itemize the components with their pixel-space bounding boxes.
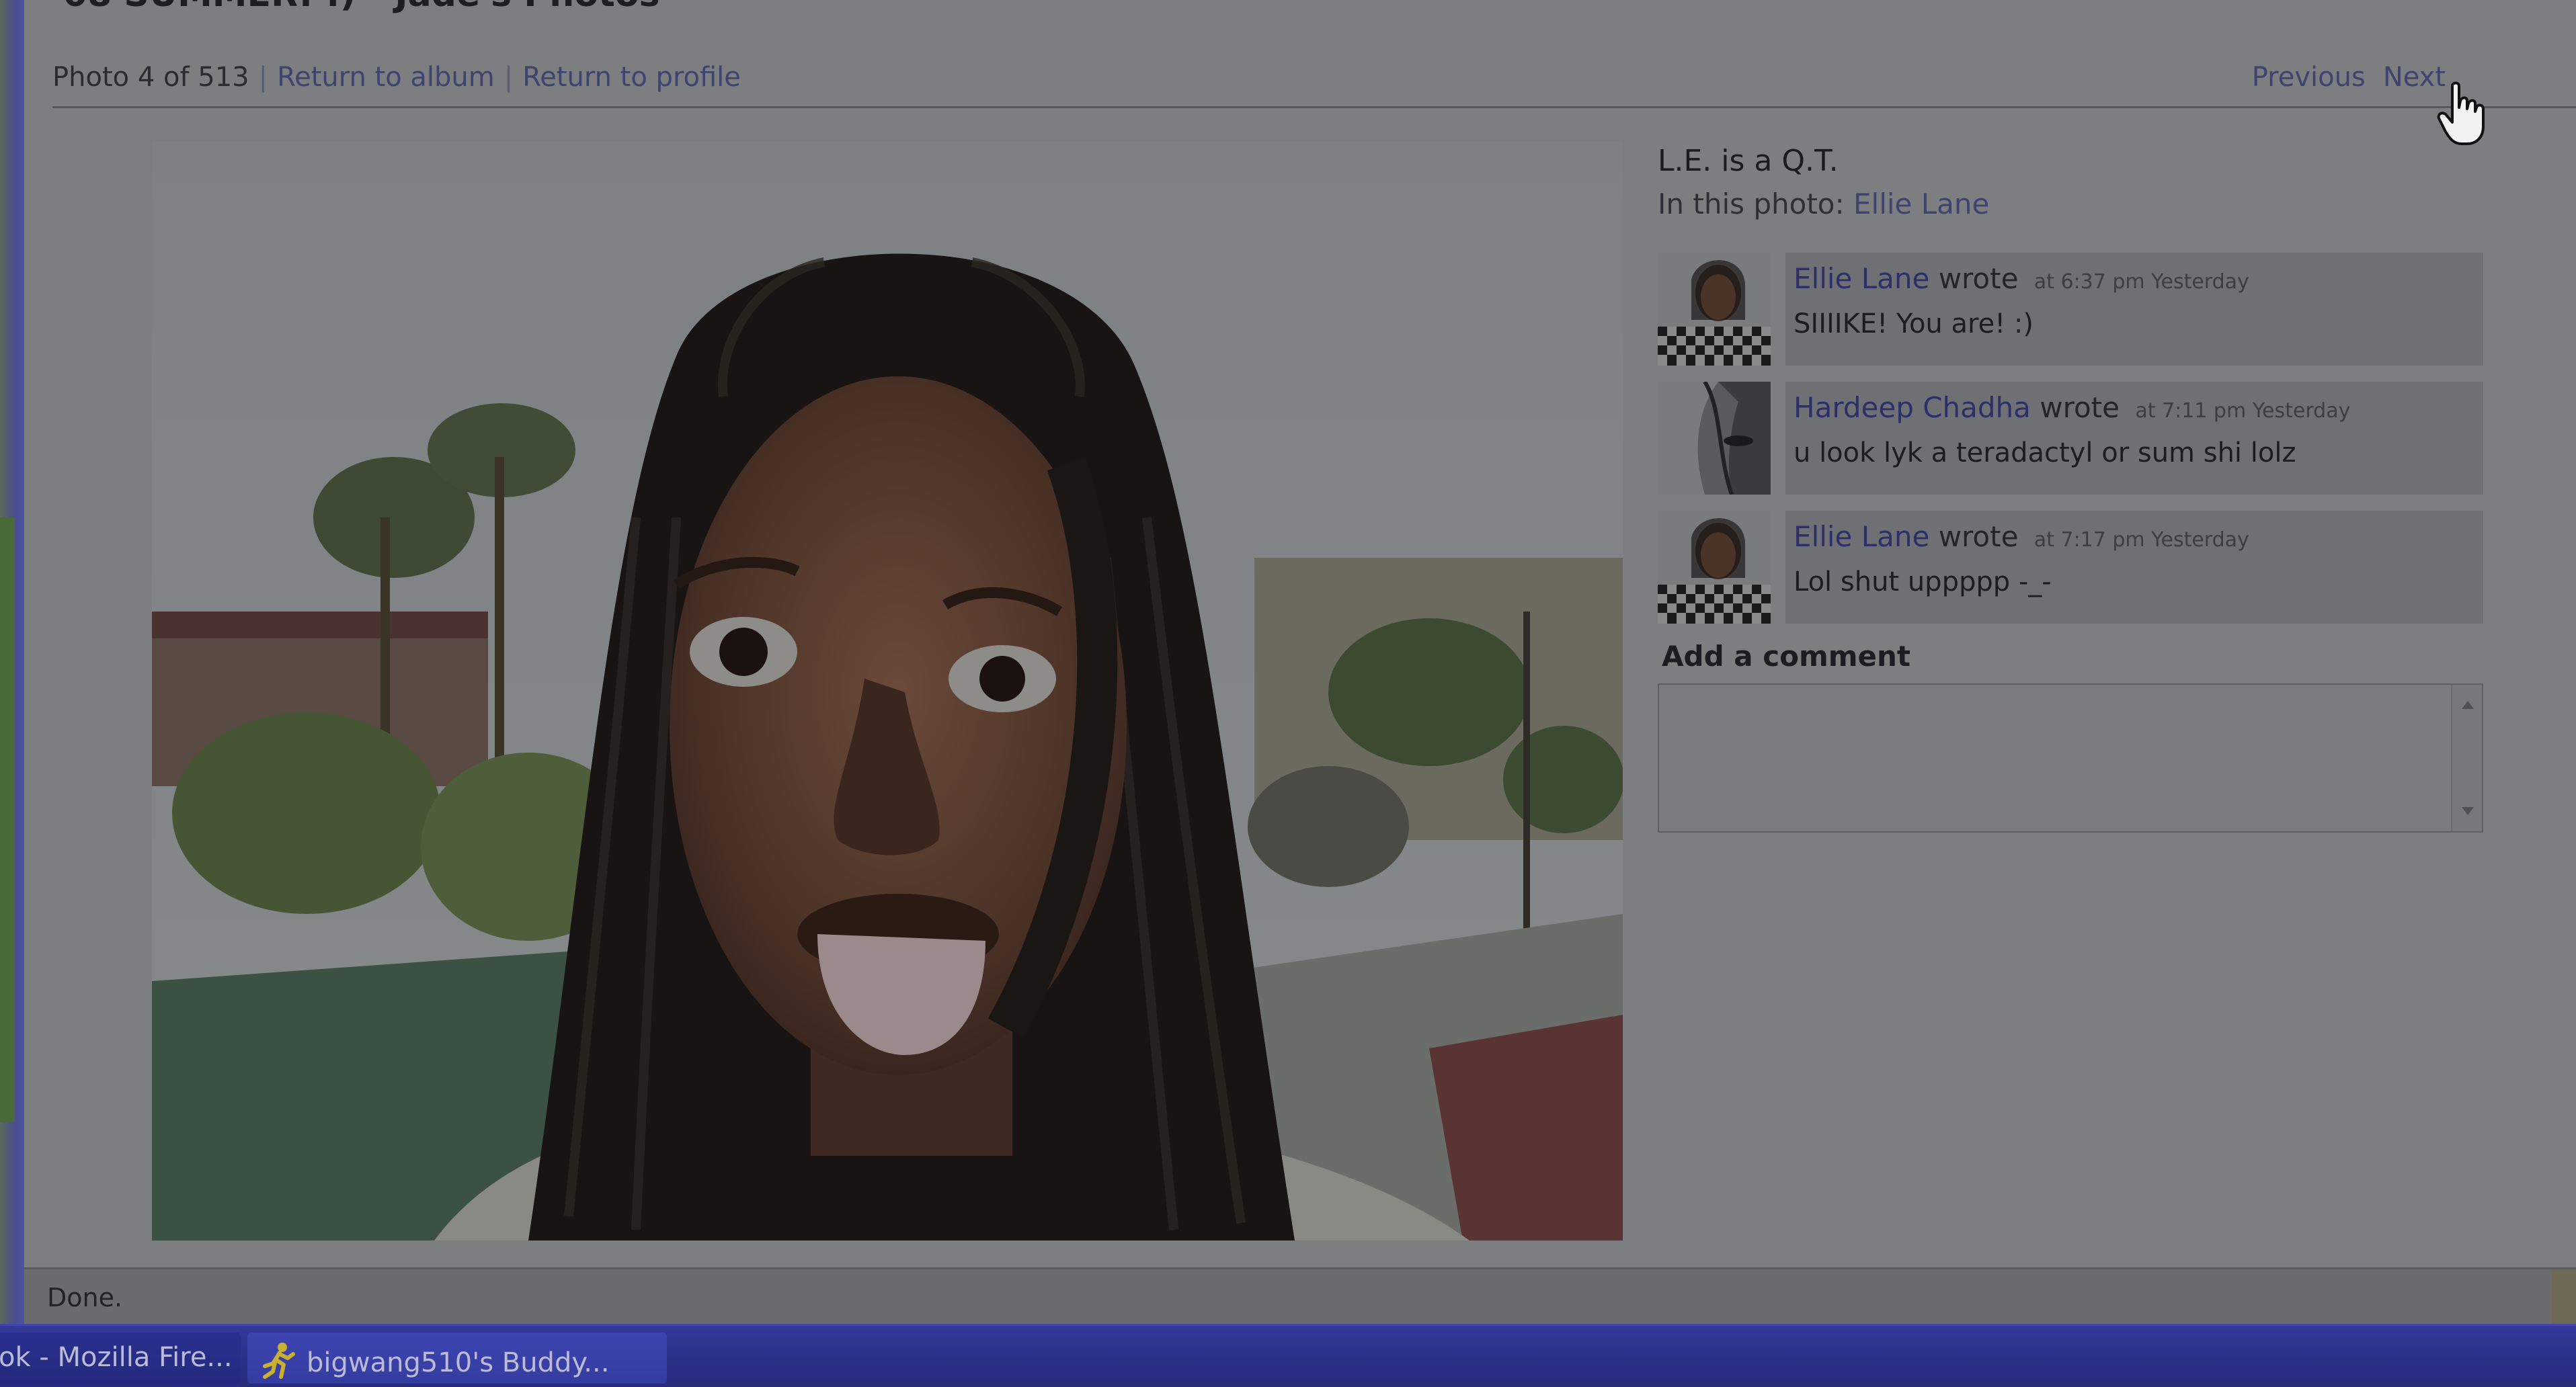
aim-runner-icon (263, 1343, 295, 1379)
comment-timestamp: at 6:37 pm Yesterday (2034, 270, 2249, 294)
comments-list: Ellie Lane wrote at 6:37 pm Yesterday SI… (1658, 253, 2511, 624)
comment-author-link[interactable]: Ellie Lane (1794, 520, 1929, 553)
comment-text: Lol shut uppppp -_- (1794, 566, 2052, 597)
comment-bubble: Ellie Lane wrote at 7:17 pm Yesterday Lo… (1785, 511, 2483, 624)
photo-image (152, 141, 1623, 1241)
browser-viewport: '08 SUMMER! :) - Jade's Photos Photo 4 o… (24, 0, 2576, 1267)
photo-sidebar: L.E. is a Q.T. In this photo: Ellie Lane (1658, 141, 2511, 834)
return-to-album-link[interactable]: Return to album (277, 62, 495, 93)
browser-status-bar: Done. (24, 1267, 2576, 1326)
comment-bubble: Ellie Lane wrote at 6:37 pm Yesterday SI… (1785, 253, 2483, 366)
comment-bubble: Hardeep Chadha wrote at 7:11 pm Yesterda… (1785, 382, 2483, 495)
window-left-border (0, 0, 24, 1324)
comment-text: SIIIIKE! You are! :) (1794, 308, 2034, 339)
comment-timestamp: at 7:11 pm Yesterday (2135, 399, 2351, 423)
commenter-avatar[interactable] (1658, 511, 1771, 624)
comment-meta: Ellie Lane wrote at 7:17 pm Yesterday (1794, 520, 2475, 553)
commenter-avatar[interactable] (1658, 253, 1771, 366)
taskbar-item-firefox[interactable]: ok - Mozilla Fire... (0, 1333, 241, 1384)
comment-item: Ellie Lane wrote at 7:17 pm Yesterday Lo… (1658, 511, 2511, 624)
screen: '08 SUMMER! :) - Jade's Photos Photo 4 o… (0, 0, 2576, 1387)
main-photo[interactable] (152, 141, 1623, 1241)
in-photo-label: In this photo: (1658, 187, 1845, 220)
comment-text: u look lyk a teradactyl or sum shi lolz (1794, 437, 2296, 468)
photo-subnav: Photo 4 of 513 | Return to album | Return to… (52, 62, 741, 93)
nav-separator: | (258, 62, 268, 93)
previous-photo-link[interactable]: Previous (2252, 62, 2366, 93)
comment-box (1658, 683, 2483, 834)
photo-caption: L.E. is a Q.T. (1658, 144, 1839, 178)
hand-cursor-icon (2437, 81, 2485, 145)
photo-pager: Previous Next (2235, 62, 2446, 93)
taskbar-item-label: bigwang510's Buddy... (307, 1347, 610, 1378)
add-comment-label: Add a comment (1662, 640, 1910, 673)
comment-verb: wrote (2040, 391, 2120, 424)
desktop-background-strip (0, 517, 15, 1122)
page-title: '08 SUMMER! :) - Jade's Photos (52, 0, 660, 15)
comment-author-link[interactable]: Hardeep Chadha (1794, 391, 2031, 424)
return-to-profile-link[interactable]: Return to profile (522, 62, 741, 93)
comment-meta: Ellie Lane wrote at 6:37 pm Yesterday (1794, 262, 2475, 295)
comment-verb: wrote (1938, 262, 2019, 295)
comment-item: Ellie Lane wrote at 6:37 pm Yesterday SI… (1658, 253, 2511, 366)
comment-textarea[interactable] (1659, 685, 2455, 834)
comment-verb: wrote (1938, 520, 2019, 553)
comment-timestamp: at 7:17 pm Yesterday (2034, 528, 2249, 552)
taskbar-item-label: ok - Mozilla Fire... (0, 1342, 233, 1373)
windows-taskbar: ok - Mozilla Fire... bigwang510's Buddy.… (0, 1324, 2576, 1387)
nav-separator: | (504, 62, 514, 93)
comment-item: Hardeep Chadha wrote at 7:11 pm Yesterda… (1658, 382, 2511, 495)
status-bar-grip (2552, 1269, 2576, 1326)
comment-meta: Hardeep Chadha wrote at 7:11 pm Yesterda… (1794, 391, 2475, 424)
header-divider (52, 106, 2576, 108)
comment-author-link[interactable]: Ellie Lane (1794, 262, 1929, 295)
photo-position: Photo 4 of 513 (52, 62, 249, 93)
taskbar-item-buddy-list[interactable]: bigwang510's Buddy... (247, 1333, 667, 1384)
scroll-up-arrow-icon[interactable] (2462, 701, 2474, 709)
tagged-person-link[interactable]: Ellie Lane (1853, 187, 1989, 220)
photo-tags: In this photo: Ellie Lane (1658, 187, 2511, 220)
comment-scrollbar[interactable] (2451, 685, 2482, 831)
commenter-avatar[interactable] (1658, 382, 1771, 495)
scroll-down-arrow-icon[interactable] (2462, 807, 2474, 815)
status-text: Done. (47, 1283, 123, 1312)
